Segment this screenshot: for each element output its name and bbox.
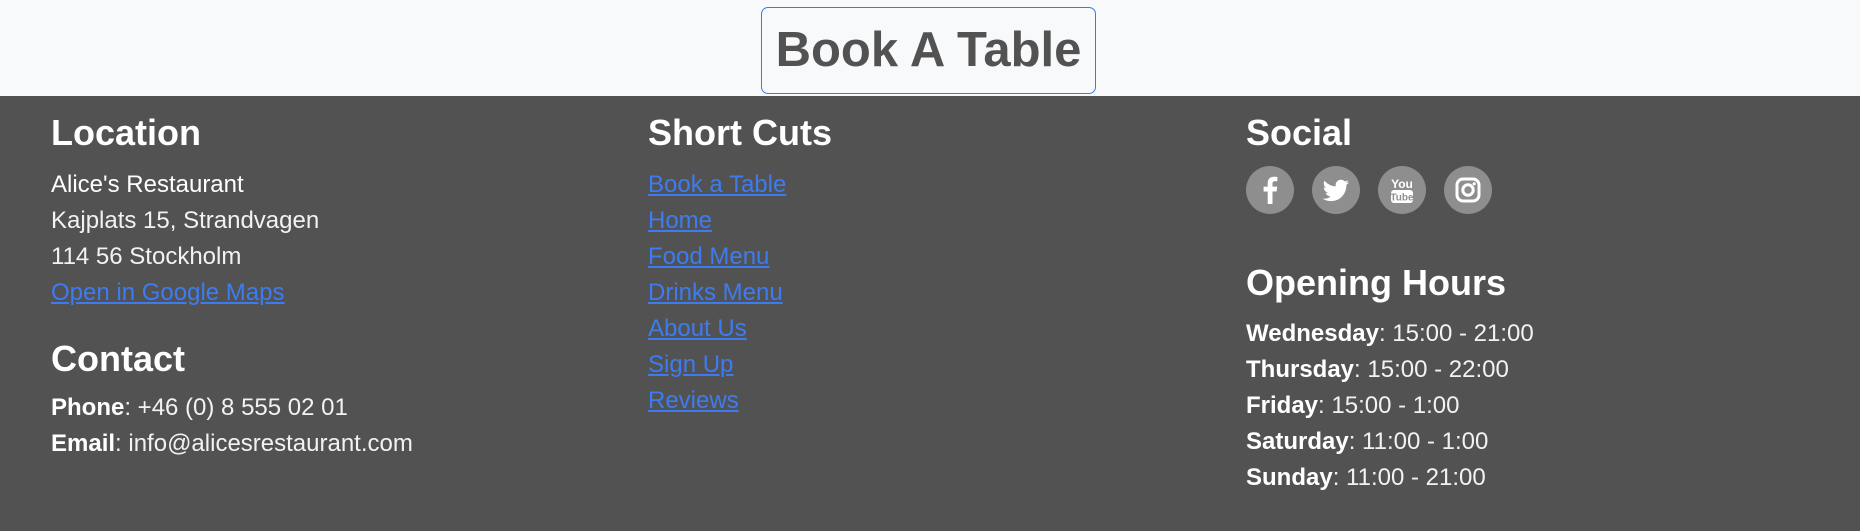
hours-time: : 15:00 - 21:00: [1378, 320, 1534, 347]
hours-time: : 11:00 - 21:00: [1332, 464, 1486, 491]
hours-row: Friday: 15:00 - 1:00: [1246, 388, 1534, 424]
hours-day: Sunday: [1246, 464, 1333, 491]
hours-day: Thursday: [1246, 356, 1355, 383]
social-heading: Social: [1246, 112, 1353, 153]
facebook-icon[interactable]: [1246, 166, 1294, 214]
phone-line: Phone: +46 (0) 8 555 02 01: [51, 390, 413, 426]
youtube-icon[interactable]: You Tube: [1378, 166, 1426, 214]
hours-row: Wednesday: 15:00 - 21:00: [1246, 316, 1534, 352]
shortcuts-list: Book a Table Home Food Menu Drinks Menu …: [648, 167, 786, 419]
top-band: Book A Table: [0, 0, 1860, 96]
location-heading: Location: [51, 112, 201, 153]
shortcut-link-about-us[interactable]: About Us: [648, 315, 747, 342]
instagram-icon[interactable]: [1444, 166, 1492, 214]
twitter-icon[interactable]: [1312, 166, 1360, 214]
shortcut-link-sign-up[interactable]: Sign Up: [648, 351, 733, 378]
contact-heading: Contact: [51, 338, 185, 379]
location-details: Alice's Restaurant Kajplats 15, Strandva…: [51, 167, 319, 311]
email-label: Email: [51, 430, 116, 457]
street-address: Kajplats 15, Strandvagen: [51, 207, 320, 234]
shortcut-link-food-menu[interactable]: Food Menu: [648, 243, 769, 270]
hours-time: : 11:00 - 1:00: [1348, 428, 1489, 455]
phone-label: Phone: [51, 394, 125, 421]
svg-text:Tube: Tube: [1390, 193, 1414, 204]
hours-time: : 15:00 - 1:00: [1318, 392, 1460, 419]
email-value: : info@alicesrestaurant.com: [115, 430, 413, 457]
hours-row: Thursday: 15:00 - 22:00: [1246, 352, 1534, 388]
restaurant-name: Alice's Restaurant: [51, 171, 244, 198]
hours-day: Friday: [1246, 392, 1319, 419]
contact-details: Phone: +46 (0) 8 555 02 01 Email: info@a…: [51, 390, 413, 462]
social-icons: You Tube: [1246, 166, 1492, 214]
opening-hours-heading: Opening Hours: [1246, 262, 1506, 303]
shortcut-link-drinks-menu[interactable]: Drinks Menu: [648, 279, 783, 306]
site-footer: Location Alice's Restaurant Kajplats 15,…: [0, 96, 1860, 531]
hours-row: Saturday: 11:00 - 1:00: [1246, 424, 1534, 460]
shortcut-link-reviews[interactable]: Reviews: [648, 387, 739, 414]
city-address: 114 56 Stockholm: [51, 243, 242, 270]
hours-day: Saturday: [1246, 428, 1349, 455]
hours-time: : 15:00 - 22:00: [1354, 356, 1509, 383]
svg-text:You: You: [1391, 177, 1413, 191]
shortcuts-heading: Short Cuts: [648, 112, 832, 153]
opening-hours-list: Wednesday: 15:00 - 21:00 Thursday: 15:00…: [1246, 316, 1534, 496]
shortcut-link-book-a-table[interactable]: Book a Table: [648, 171, 786, 198]
phone-value: : +46 (0) 8 555 02 01: [124, 394, 348, 421]
google-maps-link[interactable]: Open in Google Maps: [51, 279, 284, 306]
email-line: Email: info@alicesrestaurant.com: [51, 426, 413, 462]
shortcut-link-home[interactable]: Home: [648, 207, 712, 234]
hours-row: Sunday: 11:00 - 21:00: [1246, 460, 1534, 496]
hours-day: Wednesday: [1246, 320, 1379, 347]
book-a-table-button[interactable]: Book A Table: [761, 7, 1096, 94]
